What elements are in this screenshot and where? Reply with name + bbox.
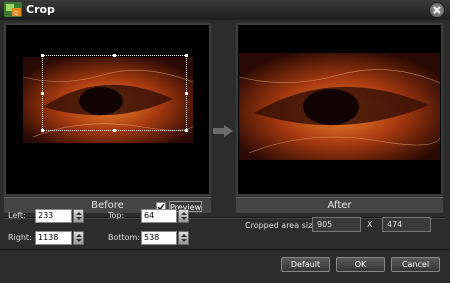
crop-window: Before Preview After Left: 233 Right: 11… <box>0 20 450 283</box>
crop-handle[interactable] <box>185 129 188 132</box>
crop-handle[interactable] <box>185 54 188 57</box>
window-title: Crop <box>26 3 55 16</box>
cropped-width-field: 905 <box>312 217 361 232</box>
close-icon <box>433 6 441 14</box>
left-label: Left: <box>8 211 26 220</box>
before-panel <box>4 23 211 196</box>
crop-handle[interactable] <box>113 54 116 57</box>
top-input[interactable]: 64 <box>141 209 177 223</box>
cropped-height-field: 474 <box>382 217 431 232</box>
footer-divider <box>0 249 450 250</box>
app-icon: Q <box>4 2 22 17</box>
crop-handle[interactable] <box>41 54 44 57</box>
bottom-input[interactable]: 538 <box>141 231 177 245</box>
ok-button[interactable]: OK <box>336 257 385 272</box>
default-button[interactable]: Default <box>281 257 330 272</box>
title-bar: Q Crop <box>0 0 450 21</box>
bottom-stepper[interactable] <box>178 231 189 245</box>
after-image <box>239 53 440 160</box>
crop-selection[interactable] <box>41 54 188 132</box>
crop-handle[interactable] <box>41 92 44 95</box>
cancel-button[interactable]: Cancel <box>391 257 440 272</box>
before-label: Before <box>91 200 124 211</box>
top-label: Top: <box>108 211 125 220</box>
left-stepper[interactable] <box>73 209 84 223</box>
right-label: Right: <box>8 233 32 242</box>
cropped-size-label: Cropped area size: <box>245 221 320 230</box>
svg-text:Q: Q <box>14 11 18 17</box>
after-label-bar: After <box>236 197 443 213</box>
cropped-x-label: X <box>367 220 373 229</box>
top-stepper[interactable] <box>178 209 189 223</box>
crop-handle[interactable] <box>113 129 116 132</box>
crop-handle[interactable] <box>41 129 44 132</box>
right-input[interactable]: 1138 <box>35 231 72 245</box>
right-stepper[interactable] <box>73 231 84 245</box>
close-button[interactable] <box>429 2 445 18</box>
after-label: After <box>327 200 352 211</box>
after-panel <box>236 23 443 196</box>
arrow-right-icon <box>213 125 233 137</box>
bottom-label: Bottom: <box>108 233 141 242</box>
crop-handle[interactable] <box>185 92 188 95</box>
left-input[interactable]: 233 <box>35 209 72 223</box>
